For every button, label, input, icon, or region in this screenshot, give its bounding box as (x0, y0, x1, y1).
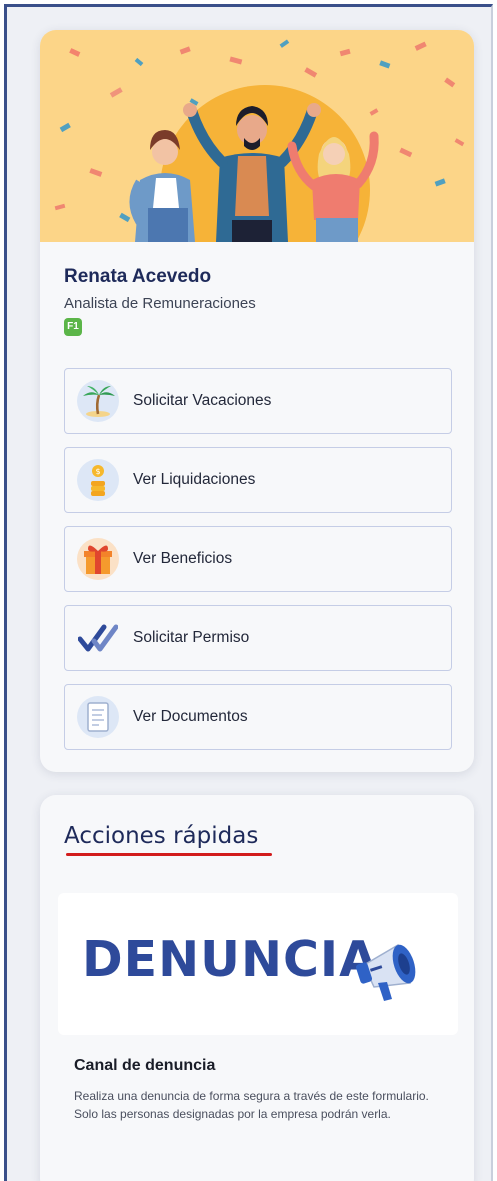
request-vacation-button[interactable]: Solicitar Vacaciones (64, 368, 452, 434)
complaint-banner-text: DENUNCIA (82, 931, 379, 988)
coins-icon: $ (77, 459, 119, 501)
action-label: Ver Liquidaciones (133, 471, 256, 488)
gift-icon (77, 538, 119, 580)
palm-tree-icon (77, 380, 119, 422)
request-permission-button[interactable]: Solicitar Permiso (64, 605, 452, 671)
profile-card: Renata Acevedo Analista de Remuneracione… (40, 30, 474, 772)
action-label: Solicitar Vacaciones (133, 392, 272, 409)
megaphone-icon (356, 943, 416, 1001)
celebration-illustration (54, 39, 465, 242)
employee-role: Analista de Remuneraciones (64, 295, 256, 312)
profile-info: Renata Acevedo Analista de Remuneracione… (64, 266, 256, 336)
title-underline (66, 853, 272, 856)
quick-actions-card: Acciones rápidas DENUNCIA Canal de denun… (40, 795, 474, 1181)
action-label: Ver Documentos (133, 708, 248, 725)
action-label: Ver Beneficios (133, 550, 233, 567)
document-icon (77, 696, 119, 738)
quick-actions-title: Acciones rápidas (64, 823, 259, 849)
view-benefits-button[interactable]: Ver Beneficios (64, 526, 452, 592)
complaint-banner[interactable]: DENUNCIA (58, 893, 458, 1035)
double-check-icon (77, 617, 119, 659)
employee-badge: F1 (64, 318, 82, 336)
view-documents-button[interactable]: Ver Documentos (64, 684, 452, 750)
celebration-banner (40, 30, 474, 242)
svg-text:$: $ (95, 467, 100, 476)
action-label: Solicitar Permiso (133, 629, 250, 646)
complaint-channel-title: Canal de denuncia (74, 1057, 216, 1074)
complaint-channel-description: Realiza una denuncia de forma segura a t… (74, 1089, 429, 1121)
employee-name: Renata Acevedo (64, 266, 212, 287)
view-payslips-button[interactable]: $ Ver Liquidaciones (64, 447, 452, 513)
